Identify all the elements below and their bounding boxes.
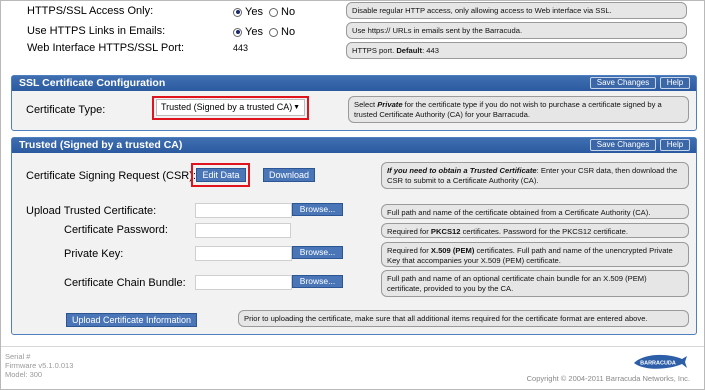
private-key-help-pre: Required for xyxy=(387,246,431,255)
upload-cert-file-input[interactable] xyxy=(195,203,292,218)
ssl-port-help: HTTPS port. Default: 443 xyxy=(346,42,687,59)
chain-bundle-file-input[interactable] xyxy=(195,275,292,290)
private-key-help-bold: X.509 (PEM) xyxy=(430,246,475,255)
radio-unselected-icon xyxy=(269,27,278,37)
browse-button[interactable]: Browse... xyxy=(292,246,343,259)
radio-no-label: No xyxy=(281,6,296,18)
radio-no-label: No xyxy=(281,26,296,38)
copyright-text: Copyright © 2004-2011 Barracuda Networks… xyxy=(526,374,690,383)
help-button[interactable]: Help xyxy=(660,77,690,89)
https-links-help: Use https:// URLs in emails sent by the … xyxy=(346,22,687,39)
cert-password-input[interactable] xyxy=(195,223,291,238)
highlight-box xyxy=(152,96,309,120)
ssl-port-help-prefix: HTTPS port. xyxy=(352,46,397,55)
ssl-port-help-suffix: : 443 xyxy=(422,46,439,55)
csr-label: Certificate Signing Request (CSR): xyxy=(26,170,196,182)
csr-help: If you need to obtain a Trusted Certific… xyxy=(381,162,689,189)
highlight-box xyxy=(191,163,250,187)
radio-yes-label: Yes xyxy=(245,6,263,18)
radio-selected-icon xyxy=(233,7,242,17)
ssl-cert-config-panel: SSL Certificate Configuration Save Chang… xyxy=(11,75,697,131)
chain-bundle-help: Full path and name of an optional certif… xyxy=(381,270,689,297)
https-only-no-radio[interactable]: No xyxy=(269,6,295,18)
footer: Serial # Firmware v5.1.0.013 Model: 300 … xyxy=(1,346,704,389)
trusted-cert-title: Trusted (Signed by a trusted CA) xyxy=(19,139,183,151)
upload-cert-help: Full path and name of the certificate ob… xyxy=(381,204,689,219)
logo-text: BARRACUDA xyxy=(640,361,676,367)
ssl-port-help-bold: Default xyxy=(396,46,423,55)
cert-password-label: Certificate Password: xyxy=(64,224,168,236)
cert-password-help-bold: PKCS12 xyxy=(430,227,461,236)
firmware-version: Firmware v5.1.0.013 xyxy=(5,361,74,370)
https-links-label: Use HTTPS Links in Emails: xyxy=(27,25,166,37)
ssl-cert-config-title: SSL Certificate Configuration xyxy=(19,77,166,89)
barracuda-logo: BARRACUDA xyxy=(634,354,687,369)
cert-type-help: Select Private for the certificate type … xyxy=(348,96,689,123)
private-key-label: Private Key: xyxy=(64,248,124,260)
cert-password-help-post: certificates. Password for the PKCS12 ce… xyxy=(460,227,629,236)
trusted-cert-panel: Trusted (Signed by a trusted CA) Save Ch… xyxy=(11,137,697,335)
https-links-no-radio[interactable]: No xyxy=(269,26,295,38)
upload-certificate-help: Prior to uploading the certificate, make… xyxy=(238,310,689,327)
cert-type-help-pre: Select xyxy=(354,100,378,109)
ssl-port-label: Web Interface HTTPS/SSL Port: xyxy=(27,42,185,54)
browse-button[interactable]: Browse... xyxy=(292,275,343,288)
https-only-yes-radio[interactable]: Yes xyxy=(233,6,263,18)
trusted-cert-header: Trusted (Signed by a trusted CA) Save Ch… xyxy=(12,138,696,153)
cert-type-label: Certificate Type: xyxy=(26,104,106,116)
cert-type-help-bold: Private xyxy=(377,100,403,109)
upload-cert-label: Upload Trusted Certificate: xyxy=(26,205,157,217)
cert-password-help: Required for PKCS12 certificates. Passwo… xyxy=(381,223,689,238)
https-links-yes-radio[interactable]: Yes xyxy=(233,26,263,38)
https-only-help: Disable regular HTTP access, only allowi… xyxy=(346,2,687,19)
serial-number: Serial # xyxy=(5,352,31,361)
private-key-file-input[interactable] xyxy=(195,246,292,261)
model-number: Model: 300 xyxy=(5,370,43,379)
private-key-help: Required for X.509 (PEM) certificates. F… xyxy=(381,242,689,267)
download-button[interactable]: Download xyxy=(263,168,315,182)
help-button[interactable]: Help xyxy=(660,139,690,151)
ssl-port-input[interactable]: 443 xyxy=(229,40,267,56)
csr-help-bold: If you need to obtain a Trusted Certific… xyxy=(387,166,537,175)
upload-certificate-button[interactable]: Upload Certificate Information xyxy=(66,313,197,327)
browse-button[interactable]: Browse... xyxy=(292,203,343,216)
ssl-cert-config-header: SSL Certificate Configuration Save Chang… xyxy=(12,76,696,91)
chain-bundle-label: Certificate Chain Bundle: xyxy=(64,277,186,289)
save-changes-button[interactable]: Save Changes xyxy=(590,139,656,151)
page-frame: HTTPS/SSL Access Only: Yes No Disable re… xyxy=(0,0,705,390)
radio-yes-label: Yes xyxy=(245,26,263,38)
save-changes-button[interactable]: Save Changes xyxy=(590,77,656,89)
cert-password-help-pre: Required for xyxy=(387,227,431,236)
https-only-label: HTTPS/SSL Access Only: xyxy=(27,5,154,17)
radio-selected-icon xyxy=(233,27,242,37)
radio-unselected-icon xyxy=(269,7,278,17)
